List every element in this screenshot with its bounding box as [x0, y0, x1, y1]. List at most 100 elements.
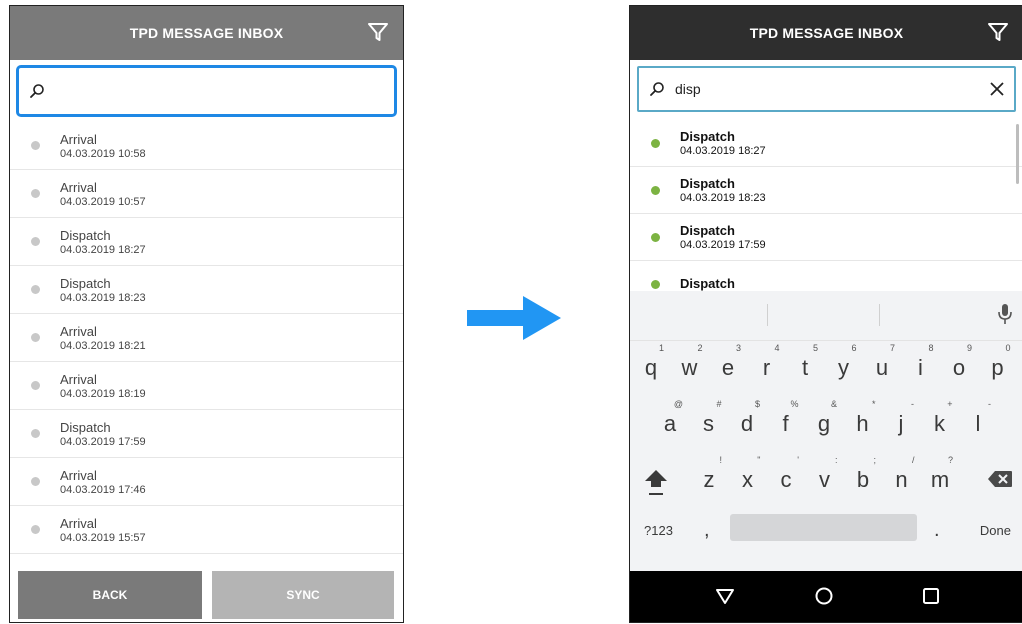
symbols-key[interactable]: ?123	[644, 523, 673, 538]
key-b[interactable]: ; b	[848, 453, 878, 497]
key-g[interactable]: & g	[809, 397, 839, 441]
list-item[interactable]: Dispatch 04.03.2019 17:59	[10, 410, 403, 458]
comma-key[interactable]: ,	[704, 519, 710, 542]
key-m[interactable]: ? m	[925, 453, 955, 497]
list-item[interactable]: Arrival 04.03.2019 10:57	[10, 170, 403, 218]
message-title: Dispatch	[680, 176, 735, 191]
key-k[interactable]: + k	[925, 397, 955, 441]
list-item[interactable]: Arrival 04.03.2019 10:58	[10, 122, 403, 170]
list-item[interactable]: Dispatch 04.03.2019 18:27	[630, 120, 1022, 167]
key-v[interactable]: :v	[810, 453, 840, 497]
key-z[interactable]: ! z	[694, 453, 724, 497]
filter-icon[interactable]	[367, 21, 389, 43]
message-date: 04.03.2019 18:23	[680, 192, 766, 204]
status-dot	[31, 141, 40, 150]
key-t[interactable]: 5t	[790, 341, 820, 385]
key-hint: !	[719, 455, 722, 465]
backspace-icon[interactable]	[987, 470, 1013, 488]
key-hint: 8	[928, 343, 934, 353]
key-h[interactable]: * h	[848, 397, 878, 441]
search-icon	[650, 82, 664, 96]
list-item[interactable]: Arrival 04.03.2019 18:19	[10, 362, 403, 410]
key-hint: 4	[774, 343, 780, 353]
key-f[interactable]: % f	[771, 397, 801, 441]
key-c[interactable]: ' c	[771, 453, 801, 497]
message-title: Arrival	[60, 371, 97, 387]
key-l[interactable]: -l	[963, 397, 993, 441]
message-title: Arrival	[60, 323, 97, 339]
key-o[interactable]: 9o	[944, 341, 974, 385]
key-hint: ?	[947, 455, 953, 465]
message-date: 04.03.2019 18:27	[680, 145, 766, 157]
done-key[interactable]: Done	[980, 523, 1011, 538]
filter-icon[interactable]	[987, 21, 1009, 43]
list-item-text: Dispatch 04.03.2019 17:59	[680, 223, 766, 251]
triangle-back-icon[interactable]	[715, 586, 735, 606]
status-dot	[651, 185, 660, 195]
message-list: Arrival 04.03.2019 10:58 Arrival 04.03.2019…	[10, 122, 403, 569]
status-dot	[651, 232, 660, 242]
key-hint: #	[716, 399, 722, 409]
period-key[interactable]: .	[934, 519, 940, 542]
right-arrow-icon	[467, 296, 561, 340]
key-y[interactable]: 6y	[829, 341, 859, 385]
list-item[interactable]: Arrival 04.03.2019 17:46	[10, 458, 403, 506]
list-item[interactable]: Dispatch 04.03.2019 17:59	[630, 214, 1022, 261]
key-label: o	[952, 355, 966, 380]
key-a[interactable]: @ a	[655, 397, 685, 441]
message-title: Dispatch	[60, 275, 111, 291]
space-key[interactable]	[730, 514, 917, 541]
circle-home-icon[interactable]	[814, 586, 834, 606]
search-input[interactable]	[16, 65, 397, 117]
app-header: TPD MESSAGE INBOX	[630, 6, 1022, 60]
close-icon[interactable]	[990, 82, 1004, 96]
key-s[interactable]: # s	[694, 397, 724, 441]
list-item[interactable]: Arrival 04.03.2019 15:57	[10, 506, 403, 554]
key-u[interactable]: 7u	[867, 341, 897, 385]
list-item[interactable]: Deactivation	[10, 554, 403, 569]
search-input[interactable]: disp	[637, 66, 1016, 112]
key-label: p	[991, 355, 1004, 380]
list-item-text: Dispatch 04.03.2019 17:59	[60, 420, 146, 448]
message-title: Dispatch	[680, 129, 735, 144]
key-q[interactable]: 1q	[636, 341, 666, 385]
list-item[interactable]: Dispatch	[630, 261, 1022, 292]
shift-icon[interactable]	[644, 468, 668, 498]
key-label: w	[681, 355, 698, 380]
message-date: 04.03.2019 17:59	[680, 239, 766, 251]
key-hint: 2	[697, 343, 703, 353]
search-icon	[30, 84, 44, 98]
message-title: Arrival	[60, 179, 97, 195]
key-p[interactable]: 0p	[983, 341, 1013, 385]
key-w[interactable]: 2w	[675, 341, 705, 385]
back-button[interactable]: BACK	[18, 571, 202, 619]
keyboard-row-2: @ a # s $ d% f & g * h - j + k - l	[630, 397, 1022, 453]
list-item[interactable]: Arrival 04.03.2019 18:21	[10, 314, 403, 362]
square-recents-icon[interactable]	[921, 586, 941, 606]
key-hint: '	[797, 455, 799, 465]
list-item[interactable]: Dispatch 04.03.2019 18:23	[10, 266, 403, 314]
list-item[interactable]: Dispatch 04.03.2019 18:27	[10, 218, 403, 266]
scrollbar[interactable]	[1016, 124, 1019, 184]
sync-button[interactable]: SYNC	[212, 571, 394, 619]
list-item[interactable]: Dispatch 04.03.2019 18:23	[630, 167, 1022, 214]
key-e[interactable]: 3e	[713, 341, 743, 385]
message-title: Arrival	[60, 467, 97, 483]
key-label: z	[703, 467, 715, 492]
mic-icon[interactable]	[997, 303, 1013, 325]
status-dot	[31, 429, 40, 438]
key-i[interactable]: 8i	[906, 341, 936, 385]
key-label: n	[895, 467, 908, 492]
key-x[interactable]: " x	[733, 453, 763, 497]
status-dot	[31, 381, 40, 390]
key-hint: %	[790, 399, 799, 409]
key-j[interactable]: -j	[886, 397, 916, 441]
key-n[interactable]: / n	[887, 453, 917, 497]
list-item-text: Dispatch 04.03.2019 18:23	[60, 276, 146, 304]
key-d[interactable]: $ d	[732, 397, 762, 441]
key-hint: 7	[889, 343, 895, 353]
key-label: q	[644, 355, 658, 380]
keyboard-row-1: 1q2w3e4r5t6y7u8i9o0p	[630, 341, 1022, 397]
inbox-screen-after: TPD MESSAGE INBOX disp Dispatch 04.03.201…	[629, 5, 1022, 623]
key-r[interactable]: 4r	[752, 341, 782, 385]
